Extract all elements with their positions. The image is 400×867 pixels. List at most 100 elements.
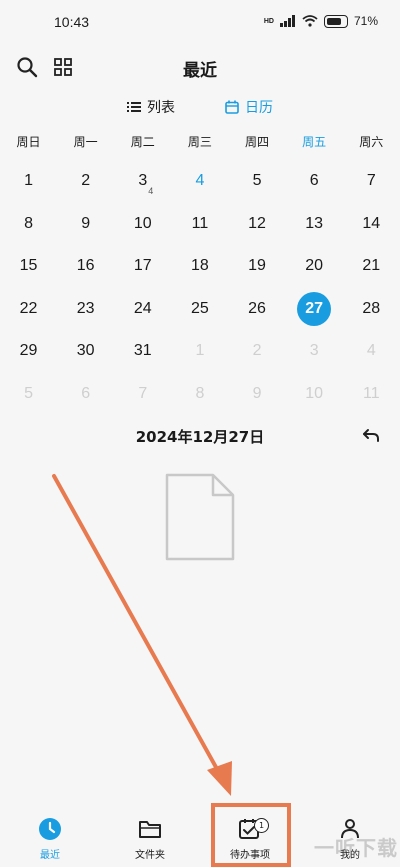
top-bar: 最近 [0, 46, 400, 86]
calendar-day[interactable]: 1 [0, 160, 57, 203]
day-number: 9 [252, 384, 262, 402]
weekday-label: 周三 [187, 135, 212, 149]
day-number: 24 [133, 299, 152, 317]
calendar-day[interactable]: 18 [171, 245, 228, 288]
return-today-icon[interactable] [362, 428, 380, 442]
calendar-day[interactable]: 6 [57, 373, 114, 416]
calendar-day[interactable]: 7 [114, 373, 171, 416]
calendar-day[interactable]: 6 [286, 160, 343, 203]
day-number: 9 [81, 214, 91, 232]
battery-icon [323, 14, 348, 28]
day-number: 3 [309, 342, 319, 360]
calendar-day[interactable]: 12 [229, 203, 286, 246]
list-view-tab[interactable]: 列表 [127, 96, 175, 118]
calendar-day[interactable]: 15 [0, 245, 57, 288]
calendar-icon [225, 100, 239, 114]
list-icon [127, 102, 141, 112]
calendar-day[interactable]: 28 [343, 288, 400, 331]
empty-document-icon [165, 473, 235, 561]
calendar-day[interactable]: 20 [286, 245, 343, 288]
day-number: 22 [19, 299, 38, 317]
day-number: 5 [24, 384, 34, 402]
app-screen: 10:43 HD 71% 最近 列表 日历 周日 周一 周二 周三 周四 周五 周六 123… [0, 0, 400, 867]
calendar-day[interactable]: 30 [57, 330, 114, 373]
calendar-day[interactable]: 2 [229, 330, 286, 373]
calendar-view-tab[interactable]: 日历 [225, 96, 273, 118]
calendar-day[interactable]: 8 [0, 203, 57, 246]
calendar-day[interactable]: 4 [343, 330, 400, 373]
calendar-day[interactable]: 21 [343, 245, 400, 288]
calendar-day[interactable]: 25 [171, 288, 228, 331]
calendar-day[interactable]: 23 [57, 288, 114, 331]
calendar-day[interactable]: 11 [171, 203, 228, 246]
day-number: 1 [195, 342, 205, 360]
calendar-day[interactable]: 1 [171, 330, 228, 373]
calendar-view-label: 日历 [245, 100, 273, 116]
day-number: 29 [19, 342, 38, 360]
day-number: 4 [195, 172, 205, 190]
battery-level: 71% [353, 14, 378, 28]
calendar-day[interactable]: 29 [0, 330, 57, 373]
day-number: 7 [138, 384, 148, 402]
calendar-day[interactable]: 9 [57, 203, 114, 246]
day-number: 10 [305, 384, 324, 402]
page-title: 最近 [183, 61, 217, 81]
day-number: 12 [248, 214, 266, 232]
day-number: 27 [297, 291, 332, 326]
calendar-day[interactable]: 4 [171, 160, 228, 203]
day-number: 1 [24, 172, 34, 190]
calendar-day[interactable]: 22 [0, 288, 57, 331]
status-icons: HD 71% [264, 14, 378, 28]
day-number: 21 [362, 257, 381, 275]
day-number: 28 [362, 299, 381, 317]
nav-item-1[interactable]: 文件夹 [100, 807, 200, 867]
nav-item-0[interactable]: 最近 [0, 807, 100, 867]
day-number: 2 [252, 342, 262, 360]
weekday-label: 周一 [73, 135, 98, 149]
calendar-day[interactable]: 24 [114, 288, 171, 331]
day-number: 2 [81, 172, 91, 190]
weekday-label: 周五 [302, 135, 327, 149]
weekday-label: 周二 [130, 135, 155, 149]
calendar-day[interactable]: 16 [57, 245, 114, 288]
day-file-count: 4 [148, 186, 154, 196]
calendar-day[interactable]: 5 [0, 373, 57, 416]
calendar-day[interactable]: 5 [229, 160, 286, 203]
calendar-day[interactable]: 3 [286, 330, 343, 373]
network-label: HD [263, 17, 274, 25]
calendar-day[interactable]: 7 [343, 160, 400, 203]
calendar-day[interactable]: 2 [57, 160, 114, 203]
day-number: 8 [24, 214, 34, 232]
day-number: 16 [76, 257, 95, 275]
calendar-day[interactable]: 10 [286, 373, 343, 416]
calendar-day[interactable]: 9 [229, 373, 286, 416]
calendar-day[interactable]: 26 [229, 288, 286, 331]
weekday-label: 周日 [16, 135, 41, 149]
calendar-day[interactable]: 31 [114, 330, 171, 373]
calendar-day[interactable]: 13 [286, 203, 343, 246]
day-number: 5 [252, 172, 262, 190]
calendar-day[interactable]: 14 [343, 203, 400, 246]
calendar-grid: 1 2 3 4 4 5 6 7 8 9 10 11 12 13 14 15 16 17 18 19 20 21 22 23 24… [0, 160, 400, 415]
day-number: 6 [81, 384, 91, 402]
view-toggle: 列表 日历 [0, 96, 400, 118]
weekday-header: 周日 周一 周二 周三 周四 周五 周六 [0, 133, 400, 150]
day-number: 18 [191, 257, 209, 275]
calendar-day[interactable]: 17 [114, 245, 171, 288]
day-number: 30 [76, 342, 95, 360]
day-number: 26 [248, 299, 266, 317]
weekday-label: 周四 [245, 135, 270, 149]
calendar-day[interactable]: 34 [114, 160, 171, 203]
day-number: 11 [363, 384, 380, 402]
day-number: 3 [138, 172, 148, 190]
calendar-day-selected[interactable]: 27 [286, 288, 343, 331]
calendar-day[interactable]: 8 [171, 373, 228, 416]
calendar-day[interactable]: 19 [229, 245, 286, 288]
annotation-highlight-box [211, 803, 291, 867]
calendar-day[interactable]: 10 [114, 203, 171, 246]
calendar-day[interactable]: 11 [343, 373, 400, 416]
day-number: 4 [366, 342, 376, 360]
day-number: 31 [133, 342, 152, 360]
list-view-label: 列表 [147, 100, 175, 116]
weekday-label: 周六 [359, 135, 384, 149]
